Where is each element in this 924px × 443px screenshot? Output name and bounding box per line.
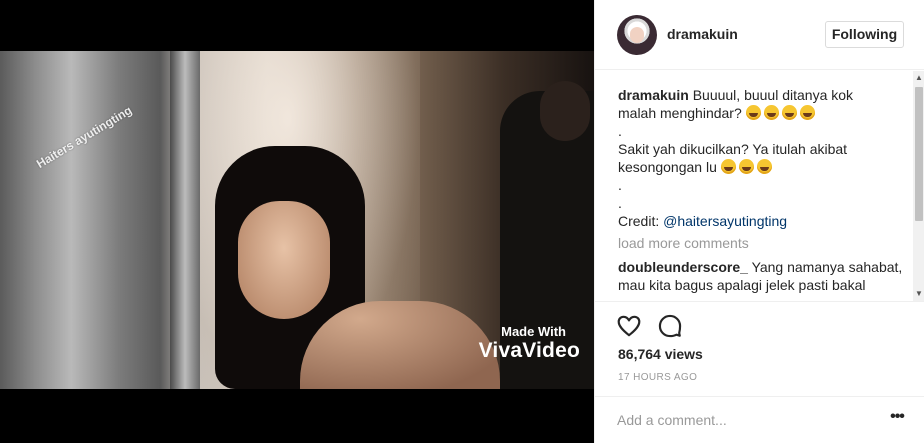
comments-list: dramakuin Buuuul, buuul ditanya kok mala…	[618, 86, 910, 294]
face-with-tears-of-joy-emoji	[763, 105, 779, 120]
video-player[interactable]: Haiters ayutingting Made With VivaVideo	[0, 51, 594, 389]
caption-line-3: Sakit yah dikucilkan? Ya itulah akibat	[618, 141, 848, 157]
comments-section: dramakuin Buuuul, buuul ditanya kok mala…	[595, 71, 924, 301]
caption-line-2: malah menghindar?	[618, 105, 742, 121]
made-with-text: Made With	[501, 324, 566, 339]
avatar[interactable]	[617, 15, 657, 55]
comment-text-1: Yang namanya sahabat,	[751, 259, 903, 275]
post-timestamp[interactable]: 17 HOURS AGO	[618, 372, 697, 383]
caption-dot-1: .	[618, 123, 622, 139]
face-with-tears-of-joy-emoji	[720, 159, 736, 174]
post-header: dramakuin Following	[595, 0, 924, 70]
caption-dot-3: .	[618, 195, 622, 211]
face-with-tears-of-joy-emoji	[799, 105, 815, 120]
caption-line-1: Buuuul, buuul ditanya kok	[692, 87, 854, 103]
scrollbar-thumb[interactable]	[915, 87, 923, 221]
header-username[interactable]: dramakuin	[667, 26, 738, 42]
comment-input[interactable]	[617, 411, 867, 429]
video-watermark: Haiters ayutingting	[34, 103, 135, 172]
video-frame-door	[170, 51, 200, 389]
caption-username[interactable]: dramakuin	[618, 87, 689, 103]
media-area: Haiters ayutingting Made With VivaVideo	[0, 0, 594, 443]
credit-mention-link[interactable]: @haitersayutingting	[663, 213, 787, 229]
list-item: doubleunderscore_ Yang namanya sahabat, …	[618, 258, 910, 294]
credit-label: Credit:	[618, 213, 660, 229]
add-comment-bar: •••	[595, 396, 924, 443]
face-with-tears-of-joy-emoji	[756, 159, 772, 174]
post-panel: dramakuin Following dramakuin Buuuul, bu…	[594, 0, 924, 443]
scroll-up-arrow-icon[interactable]: ▲	[913, 73, 924, 83]
scroll-down-arrow-icon[interactable]: ▼	[913, 289, 924, 299]
more-options-icon[interactable]: •••	[887, 409, 907, 429]
heart-icon[interactable]	[616, 313, 642, 339]
face-with-tears-of-joy-emoji	[738, 159, 754, 174]
comment-username[interactable]: doubleunderscore_	[618, 259, 748, 275]
view-count: 86,764 views	[618, 346, 703, 362]
load-more-comments-link[interactable]: load more comments	[618, 234, 910, 252]
following-button[interactable]: Following	[825, 21, 904, 48]
vivavideo-watermark: Made With VivaVideo	[479, 324, 580, 363]
video-frame-man-head	[540, 81, 590, 141]
comment-text-2: mau kita bagus apalagi jelek pasti bakal	[618, 277, 866, 293]
speech-bubble-icon[interactable]	[657, 313, 683, 339]
post-actions: 86,764 views 17 HOURS AGO	[595, 301, 924, 411]
comments-scrollbar[interactable]: ▲ ▼	[913, 71, 924, 301]
face-with-tears-of-joy-emoji	[781, 105, 797, 120]
vivavideo-brand: VivaVideo	[478, 339, 580, 362]
caption: dramakuin Buuuul, buuul ditanya kok mala…	[618, 86, 910, 230]
face-with-tears-of-joy-emoji	[745, 105, 761, 120]
video-frame-woman-face	[238, 201, 330, 319]
caption-dot-2: .	[618, 177, 622, 193]
caption-line-4: kesongongan lu	[618, 159, 717, 175]
